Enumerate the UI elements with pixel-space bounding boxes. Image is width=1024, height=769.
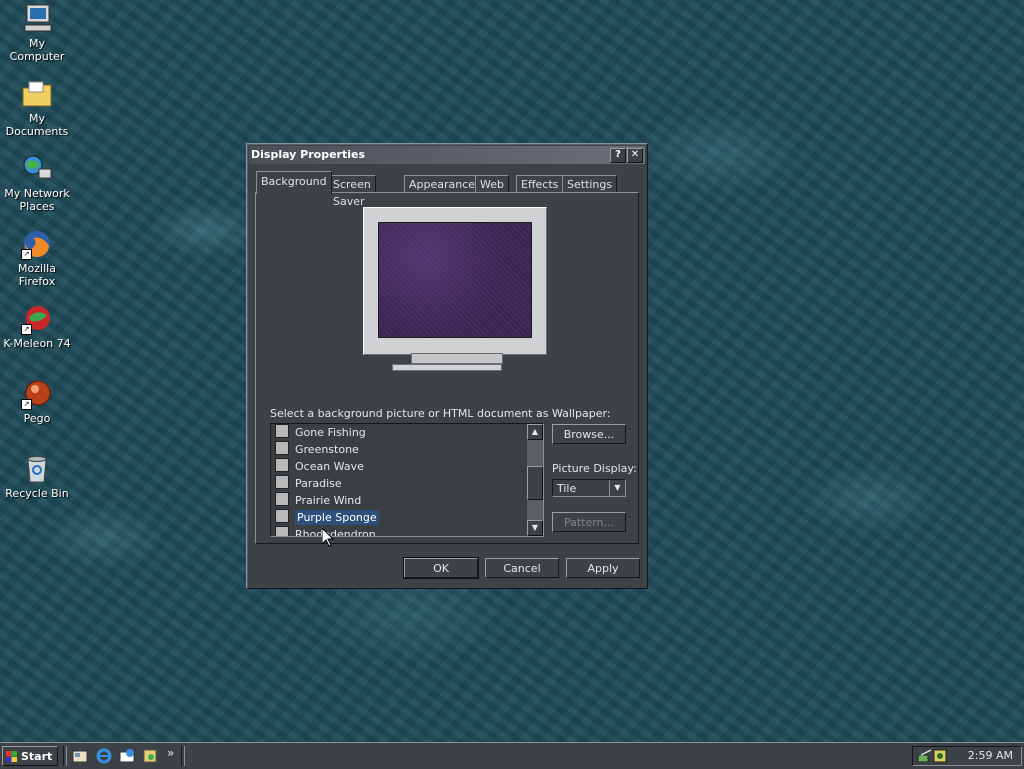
windows-logo-icon bbox=[6, 751, 17, 762]
shortcut-arrow-icon: ↗ bbox=[21, 399, 32, 410]
image-file-icon bbox=[275, 526, 289, 536]
scroll-thumb[interactable] bbox=[527, 466, 543, 500]
background-tab-panel: Select a background picture or HTML docu… bbox=[255, 192, 639, 544]
folder-icon bbox=[21, 78, 53, 110]
show-desktop-icon[interactable] bbox=[72, 748, 88, 764]
wallpaper-label: Select a background picture or HTML docu… bbox=[270, 407, 611, 420]
firefox-icon: ↗ bbox=[21, 228, 53, 260]
taskbar-clock[interactable]: 2:59 AM bbox=[968, 747, 1013, 765]
volume-tray-icon[interactable] bbox=[933, 749, 947, 763]
start-label: Start bbox=[21, 750, 53, 763]
monitor-stand bbox=[411, 353, 503, 364]
desktop-icon-k-meleon[interactable]: ↗ K-Meleon 74 bbox=[0, 303, 74, 350]
list-item-selected[interactable]: Purple Sponge bbox=[271, 509, 543, 526]
quick-launch-explorer-icon[interactable] bbox=[142, 748, 158, 764]
dialog-titlebar[interactable]: Display Properties ? ✕ bbox=[249, 146, 645, 164]
shortcut-arrow-icon: ↗ bbox=[21, 324, 32, 335]
system-tray: 2:59 AM bbox=[912, 746, 1022, 766]
tab-appearance[interactable]: Appearance bbox=[404, 175, 481, 193]
pattern-button[interactable]: Pattern... bbox=[552, 512, 626, 532]
k-meleon-icon: ↗ bbox=[21, 303, 53, 335]
tab-settings[interactable]: Settings bbox=[562, 175, 618, 193]
image-file-icon bbox=[275, 441, 289, 455]
desktop-icon-my-network-places[interactable]: My Network Places bbox=[0, 153, 74, 213]
desktop-icon-label: My Computer bbox=[9, 37, 65, 63]
network-connection-tray-icon[interactable] bbox=[917, 749, 933, 763]
desktop-icon-my-computer[interactable]: My Computer bbox=[0, 3, 74, 63]
scroll-down-arrow-icon[interactable]: ▼ bbox=[527, 520, 543, 536]
wallpaper-listbox[interactable]: Gone Fishing Greenstone Ocean Wave Parad… bbox=[270, 423, 544, 537]
image-file-icon bbox=[275, 475, 289, 489]
tab-web[interactable]: Web bbox=[475, 175, 509, 193]
list-item[interactable]: Rhododendron bbox=[271, 526, 543, 536]
picture-display-select[interactable]: Tile ▼ bbox=[552, 479, 626, 497]
quick-launch-overflow-chevron-icon[interactable]: » bbox=[167, 746, 174, 760]
tab-effects[interactable]: Effects bbox=[516, 175, 564, 193]
list-item[interactable]: Paradise bbox=[271, 475, 543, 492]
desktop-icon-pego[interactable]: ↗ Pego bbox=[0, 378, 74, 425]
shortcut-arrow-icon: ↗ bbox=[21, 249, 32, 260]
list-item[interactable]: Gone Fishing bbox=[271, 424, 543, 441]
image-file-icon bbox=[275, 424, 289, 438]
tab-screen-saver[interactable]: Screen Saver bbox=[328, 175, 376, 208]
mouse-cursor-icon bbox=[322, 528, 334, 547]
desktop-icon-label: K-Meleon 74 bbox=[3, 337, 71, 350]
display-properties-dialog: Display Properties ? ✕ Background Screen… bbox=[246, 143, 648, 589]
image-file-icon bbox=[275, 492, 289, 506]
browse-button[interactable]: Browse... bbox=[552, 424, 626, 444]
desktop-icon-my-documents[interactable]: My Documents bbox=[0, 78, 74, 138]
tab-background[interactable]: Background bbox=[256, 171, 332, 194]
cancel-button[interactable]: Cancel bbox=[485, 558, 559, 578]
outlook-express-icon[interactable] bbox=[119, 748, 135, 764]
desktop-icon-label-line2: Places bbox=[19, 200, 55, 213]
desktop-icon-recycle-bin[interactable]: Recycle Bin bbox=[0, 453, 74, 500]
picture-display-value: Tile bbox=[557, 482, 577, 495]
dialog-title: Display Properties bbox=[251, 148, 366, 161]
scroll-up-arrow-icon[interactable]: ▲ bbox=[527, 424, 543, 440]
computer-icon bbox=[21, 3, 53, 35]
wallpaper-preview-screen bbox=[378, 222, 532, 338]
internet-explorer-icon[interactable] bbox=[96, 748, 112, 764]
desktop-icon-label: Mozilla Firefox bbox=[18, 262, 56, 288]
list-item[interactable]: Prairie Wind bbox=[271, 492, 543, 509]
desktop-icon-label: My Documents bbox=[5, 112, 69, 138]
monitor-base bbox=[392, 364, 502, 371]
taskbar-separator bbox=[63, 746, 67, 766]
network-icon bbox=[21, 153, 53, 185]
desktop-icon-label: My Network bbox=[4, 187, 70, 200]
list-item[interactable]: Greenstone bbox=[271, 441, 543, 458]
help-button[interactable]: ? bbox=[610, 148, 626, 163]
desktop-icon-mozilla-firefox[interactable]: ↗ Mozilla Firefox bbox=[0, 228, 74, 288]
monitor-preview bbox=[363, 207, 547, 355]
list-item[interactable]: Ocean Wave bbox=[271, 458, 543, 475]
taskbar-separator bbox=[181, 746, 185, 766]
start-button[interactable]: Start bbox=[2, 746, 58, 766]
ok-button[interactable]: OK bbox=[403, 557, 479, 579]
desktop-icon-label: Recycle Bin bbox=[5, 487, 69, 500]
desktop-icon-label: Pego bbox=[23, 412, 51, 425]
recycle-bin-icon bbox=[21, 453, 53, 485]
apply-button[interactable]: Apply bbox=[566, 558, 640, 578]
taskbar: Start » 2:59 AM bbox=[0, 742, 1024, 769]
close-button[interactable]: ✕ bbox=[627, 148, 643, 163]
picture-display-label: Picture Display: bbox=[552, 462, 637, 475]
vertical-scrollbar[interactable]: ▲ ▼ bbox=[527, 424, 543, 536]
image-file-icon bbox=[275, 458, 289, 472]
image-file-icon bbox=[275, 509, 289, 523]
chevron-down-icon[interactable]: ▼ bbox=[609, 480, 625, 496]
pego-icon: ↗ bbox=[21, 378, 53, 410]
